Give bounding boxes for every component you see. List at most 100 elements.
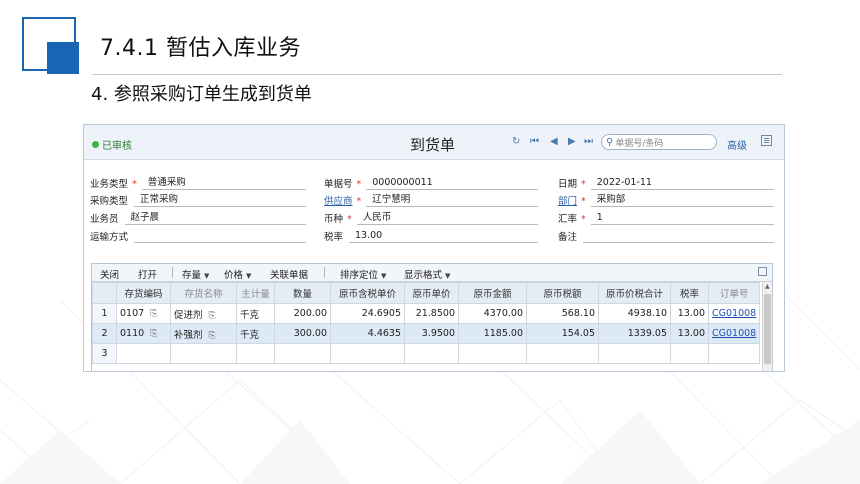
cell-qty[interactable]: 200.00 xyxy=(274,303,331,324)
order-link[interactable] xyxy=(707,343,761,364)
close-button[interactable]: 关闭 xyxy=(100,267,119,281)
col-header[interactable]: 存货编码 xyxy=(116,282,171,304)
field-value[interactable]: 0000000011 xyxy=(366,176,538,190)
field-remark[interactable]: 备注 xyxy=(558,229,774,243)
cell-unit[interactable] xyxy=(236,343,275,364)
last-record-icon[interactable]: ⏭ xyxy=(584,136,593,147)
col-header[interactable]: 原币单价 xyxy=(404,282,459,304)
col-header[interactable]: 存货名称 xyxy=(170,282,237,304)
field-value[interactable] xyxy=(134,229,306,243)
cell-name[interactable]: 促进剂 ⎘ xyxy=(170,303,237,324)
sort-locate-button[interactable]: 排序定位 ▼ xyxy=(340,267,386,281)
cell-amount[interactable]: 1185.00 xyxy=(458,323,527,344)
linked-docs-button[interactable]: 关联单据 xyxy=(270,267,308,281)
cell-amount[interactable] xyxy=(458,343,527,364)
cell-unit[interactable]: 千克 xyxy=(236,303,275,324)
col-header[interactable]: 原币税额 xyxy=(526,282,599,304)
cell-tax-price[interactable]: 4.4635 xyxy=(330,323,405,344)
field-value[interactable]: 普通采购 xyxy=(141,176,306,190)
field-date[interactable]: 日期 * 2022-01-11 xyxy=(558,176,774,190)
cell-total[interactable] xyxy=(598,343,671,364)
price-button[interactable]: 价格 ▼ xyxy=(224,267,251,281)
cell-rate[interactable]: 13.00 xyxy=(670,303,709,324)
dept-link[interactable]: 部门 xyxy=(558,193,577,207)
field-currency[interactable]: 币种 * 人民币 xyxy=(324,211,538,225)
field-dept[interactable]: 部门 * 采购部 xyxy=(558,193,774,207)
display-format-button[interactable]: 显示格式 ▼ xyxy=(404,267,450,281)
open-button[interactable]: 打开 xyxy=(138,267,157,281)
first-record-icon[interactable]: ⏮ xyxy=(530,136,539,147)
field-value[interactable]: 人民币 xyxy=(356,211,538,225)
advanced-search-button[interactable]: 高级 xyxy=(727,137,747,152)
col-header[interactable]: 原币金额 xyxy=(458,282,527,304)
cell-rate[interactable]: 13.00 xyxy=(670,323,709,344)
field-tax-rate[interactable]: 税率 13.00 xyxy=(324,229,538,243)
table-row[interactable]: 2 0110 ⎘ 补强剂 ⎘ 千克 300.00 4.4635 3.9500 118… xyxy=(92,323,761,344)
vertical-scrollbar[interactable]: ▲ xyxy=(762,282,772,371)
field-value[interactable]: 赵子晨 xyxy=(124,211,306,225)
menu-icon[interactable] xyxy=(761,135,772,146)
field-doc-no[interactable]: 单据号 * 0000000011 xyxy=(324,176,538,190)
cell-code[interactable] xyxy=(116,343,171,364)
attachment-icon[interactable]: ⎘ xyxy=(209,311,216,321)
search-input[interactable]: ⚲ 单据号/条码 xyxy=(601,134,717,150)
cell-price[interactable]: 3.9500 xyxy=(404,323,459,344)
cell-tax-price[interactable]: 24.6905 xyxy=(330,303,405,324)
cell-price[interactable] xyxy=(404,343,459,364)
next-record-icon[interactable]: ▶ xyxy=(568,136,576,147)
col-header[interactable]: 主计量 xyxy=(236,282,275,304)
scroll-up-icon[interactable]: ▲ xyxy=(765,283,770,290)
scrollbar-thumb[interactable] xyxy=(764,294,771,364)
required-mark: * xyxy=(581,179,586,190)
order-link[interactable]: CG01008 xyxy=(707,303,761,324)
grid-settings-icon[interactable] xyxy=(758,267,767,276)
refresh-icon[interactable]: ↻ xyxy=(512,136,520,147)
cell-amount[interactable]: 4370.00 xyxy=(458,303,527,324)
cell-total[interactable]: 4938.10 xyxy=(598,303,671,324)
cell-tax-price[interactable] xyxy=(330,343,405,364)
attachment-icon[interactable]: ⎘ xyxy=(150,329,157,339)
col-header[interactable]: 原币含税单价 xyxy=(330,282,405,304)
field-transport[interactable]: 运输方式 xyxy=(90,229,306,243)
attachment-icon[interactable]: ⎘ xyxy=(209,331,216,341)
stock-button[interactable]: 存量 ▼ xyxy=(182,267,209,281)
col-header[interactable]: 原币价税合计 xyxy=(598,282,671,304)
table-row[interactable]: 1 0107 ⎘ 促进剂 ⎘ 千克 200.00 24.6905 21.8500 4… xyxy=(92,303,761,324)
attachment-icon[interactable]: ⎘ xyxy=(150,309,157,319)
supplier-link[interactable]: 供应商 xyxy=(324,193,353,207)
cell-name[interactable] xyxy=(170,343,237,364)
field-supplier[interactable]: 供应商 * 辽宁慧明 xyxy=(324,193,538,207)
cell-tax[interactable]: 154.05 xyxy=(526,323,599,344)
cell-name[interactable]: 补强剂 ⎘ xyxy=(170,323,237,344)
field-salesman[interactable]: 业务员 赵子晨 xyxy=(90,211,306,225)
field-purchase-type[interactable]: 采购类型 正常采购 xyxy=(90,193,306,207)
field-value[interactable]: 2022-01-11 xyxy=(590,176,774,190)
prev-record-icon[interactable]: ◀ xyxy=(550,136,558,147)
cell-code[interactable]: 0110 ⎘ xyxy=(116,323,171,344)
field-value[interactable]: 采购部 xyxy=(590,193,774,207)
field-value[interactable]: 1 xyxy=(590,211,774,225)
field-value[interactable]: 正常采购 xyxy=(134,193,306,207)
field-label: 单据号 xyxy=(324,179,353,190)
cell-qty[interactable] xyxy=(274,343,331,364)
field-value[interactable]: 辽宁慧明 xyxy=(366,193,538,207)
cell-total[interactable]: 1339.05 xyxy=(598,323,671,344)
order-link[interactable]: CG01008 xyxy=(707,323,761,344)
cell-price[interactable]: 21.8500 xyxy=(404,303,459,324)
table-row[interactable]: 3 xyxy=(92,343,761,364)
cell-code[interactable]: 0107 ⎘ xyxy=(116,303,171,324)
field-biz-type[interactable]: 业务类型 * 普通采购 xyxy=(90,176,306,190)
cell-qty[interactable]: 300.00 xyxy=(274,323,331,344)
field-value[interactable] xyxy=(583,229,774,243)
field-value[interactable]: 13.00 xyxy=(349,229,538,243)
field-exrate[interactable]: 汇率 * 1 xyxy=(558,211,774,225)
cell-unit[interactable]: 千克 xyxy=(236,323,275,344)
field-label: 业务员 xyxy=(90,214,119,225)
cell-rate[interactable] xyxy=(670,343,709,364)
col-header[interactable]: 税率 xyxy=(670,282,709,304)
col-header[interactable]: 数量 xyxy=(274,282,331,304)
cell-tax[interactable]: 568.10 xyxy=(526,303,599,324)
col-header[interactable]: 订单号 xyxy=(707,282,761,304)
field-label: 运输方式 xyxy=(90,232,129,243)
cell-tax[interactable] xyxy=(526,343,599,364)
